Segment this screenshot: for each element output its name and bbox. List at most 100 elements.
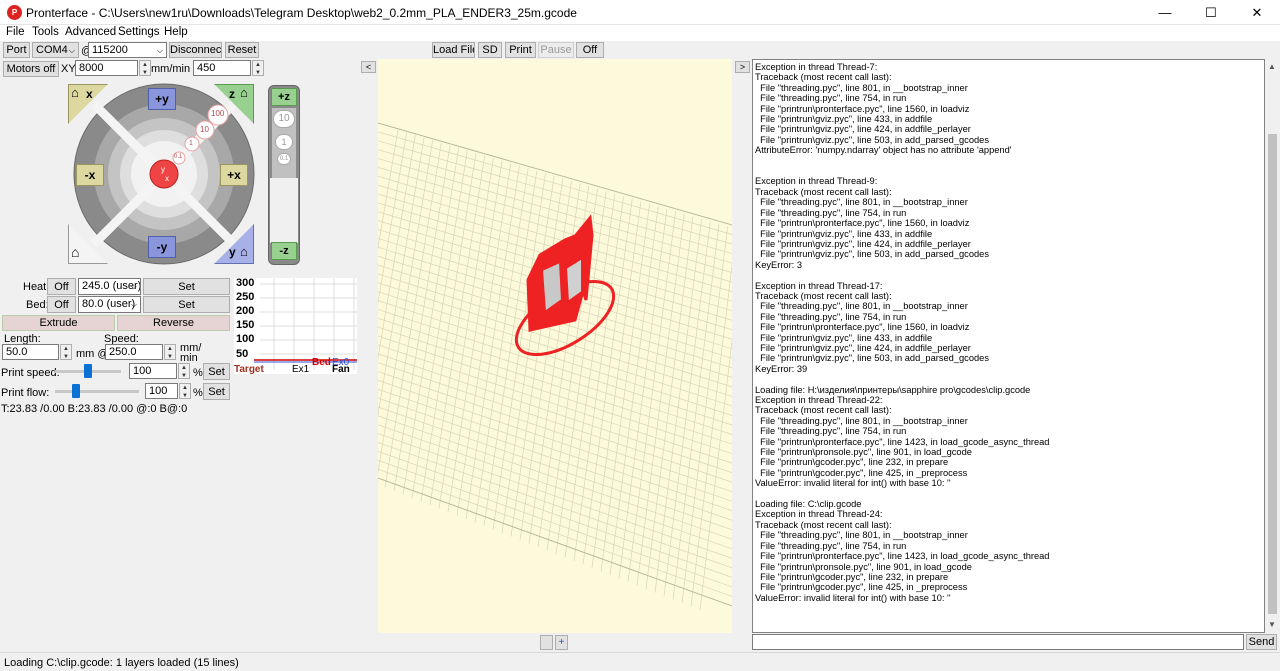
bed-select[interactable]: 80.0 (user) ⌵	[78, 296, 141, 313]
heat-off-button[interactable]: Off	[47, 278, 76, 295]
motors-off-button[interactable]: Motors off	[3, 61, 59, 77]
menu-advanced[interactable]: Advanced	[65, 26, 116, 38]
bed-set-button[interactable]: Set	[143, 296, 230, 313]
console-line: File "printrun\gcoder.pyc", line 425, in…	[755, 467, 968, 478]
sd-button[interactable]: SD	[478, 42, 502, 58]
print-flow-set-button[interactable]: Set	[203, 383, 230, 400]
print-button[interactable]: Print	[505, 42, 536, 58]
speed-spinner[interactable]: ▲ ▼	[164, 344, 176, 360]
baud-select[interactable]: 115200 ⌵	[88, 42, 167, 58]
home-icon: ⌂	[71, 85, 79, 100]
console-line: File "printrun\gviz.pyc", line 433, in a…	[755, 228, 933, 239]
scrollbar-thumb[interactable]	[1268, 134, 1277, 614]
reverse-button[interactable]: Reverse	[117, 315, 230, 331]
heat-set-button[interactable]: Set	[143, 278, 230, 295]
command-input[interactable]	[752, 634, 1244, 650]
print-speed-spinner[interactable]: ▲ ▼	[178, 363, 190, 379]
bed-off-button[interactable]: Off	[47, 296, 76, 313]
port-select[interactable]: COM4 ⌵	[32, 42, 79, 58]
console-line: File "threading.pyc", line 801, in __boo…	[755, 82, 968, 93]
z-feed-spinner[interactable]: ▲ ▼	[252, 60, 264, 76]
title-bar: P Pronterface - C:\Users\new1ru\Download…	[0, 0, 1280, 25]
off-button[interactable]: Off	[576, 42, 604, 58]
graph-label-ex1: Ex1	[292, 364, 310, 375]
3d-viewport[interactable]	[378, 59, 732, 633]
home-x-label: x	[86, 87, 93, 101]
print-speed-slider[interactable]	[84, 364, 92, 378]
minimize-button[interactable]: —	[1142, 0, 1188, 25]
step-100-label[interactable]: 100	[211, 109, 224, 118]
xy-feed-input[interactable]: 8000	[75, 60, 138, 76]
console-line: AttributeError: 'numpy.ndarray' object h…	[755, 145, 1012, 156]
zoom-out-button[interactable]	[540, 635, 553, 650]
baud-value: 115200	[92, 44, 128, 56]
maximize-button[interactable]: ☐	[1188, 0, 1234, 25]
z-feed-input[interactable]: 450	[193, 60, 251, 76]
disconnect-button[interactable]: Disconnect	[169, 42, 222, 58]
length-input[interactable]: 50.0	[2, 344, 59, 360]
expand-right-button[interactable]: >	[735, 61, 750, 73]
xy-feed-spinner[interactable]: ▲ ▼	[139, 60, 151, 76]
graph-ytick: 150	[236, 319, 255, 331]
speed-input[interactable]: 250.0	[105, 344, 163, 360]
plus-z-button[interactable]: +z	[271, 88, 297, 106]
z-step-1[interactable]: 1	[275, 134, 293, 150]
console-scrollbar[interactable]: ▲ ▼	[1265, 59, 1280, 633]
graph-ytick: 300	[236, 277, 255, 289]
step-1-label[interactable]: 1	[189, 140, 193, 147]
load-file-button[interactable]: Load File	[432, 42, 475, 58]
heat-label: Heat:	[23, 281, 50, 293]
collapse-left-button[interactable]: <	[361, 61, 376, 73]
minus-y-button[interactable]: -y	[148, 236, 176, 258]
graph-ytick: 100	[236, 333, 255, 345]
console-line: File "printrun\pronterface.pyc", line 15…	[755, 103, 970, 114]
app-icon: P	[7, 5, 22, 20]
minus-z-button[interactable]: -z	[271, 242, 297, 260]
chevron-down-icon: ⌵	[68, 46, 75, 55]
print-speed-input[interactable]: 100	[129, 363, 177, 379]
extrude-button[interactable]: Extrude	[2, 315, 115, 331]
menu-settings[interactable]: Settings	[118, 26, 160, 38]
print-flow-slider[interactable]	[72, 384, 80, 398]
console-line: File "threading.pyc", line 801, in __boo…	[755, 197, 968, 208]
home-icon: ⌂	[240, 244, 248, 259]
console-line: ValueError: invalid literal for int() wi…	[755, 478, 951, 489]
menu-help[interactable]: Help	[164, 26, 188, 38]
z-step-10[interactable]: 10	[273, 110, 295, 128]
menu-tools[interactable]: Tools	[32, 26, 59, 38]
scroll-up-icon[interactable]: ▲	[1268, 62, 1276, 71]
length-spinner[interactable]: ▲ ▼	[60, 344, 72, 360]
home-z-label: z	[229, 87, 235, 101]
console-line: Exception in thread Thread-22:	[755, 395, 883, 405]
step-01-label[interactable]: 0.1	[174, 154, 182, 160]
plus-x-button[interactable]: +x	[220, 164, 248, 186]
print-speed-label: Print speed:	[1, 367, 60, 379]
console-line: Exception in thread Thread-7:	[755, 62, 878, 72]
console-line: Loading file: C:\clip.gcode	[755, 499, 862, 510]
scroll-down-icon[interactable]: ▼	[1268, 620, 1276, 629]
console-line: File "printrun\pronterface.pyc", line 14…	[755, 436, 1050, 447]
print-flow-spinner[interactable]: ▲ ▼	[179, 383, 191, 399]
plus-y-button[interactable]: +y	[148, 88, 176, 110]
print-speed-set-button[interactable]: Set	[203, 363, 230, 380]
port-button[interactable]: Port	[3, 42, 30, 58]
zoom-in-button[interactable]: +	[555, 635, 568, 650]
print-flow-input[interactable]: 100	[145, 383, 178, 399]
menu-file[interactable]: File	[6, 26, 25, 38]
reset-button[interactable]: Reset	[225, 42, 259, 58]
z-step-01[interactable]: 0.1	[277, 153, 291, 165]
console-line: File "printrun\gviz.pyc", line 503, in a…	[755, 249, 989, 260]
heat-select[interactable]: 245.0 (user) ⌵	[78, 278, 141, 295]
percent-label: %	[193, 387, 203, 399]
close-button[interactable]: ✕	[1234, 0, 1280, 25]
send-button[interactable]: Send	[1246, 634, 1277, 650]
console-log[interactable]: Exception in thread Thread-7: Traceback (…	[752, 59, 1265, 633]
step-10-label[interactable]: 10	[200, 125, 209, 134]
minus-x-button[interactable]: -x	[76, 164, 104, 186]
console-line: File "printrun\gviz.pyc", line 503, in a…	[755, 134, 989, 145]
console-text: Exception in thread Thread-7: Traceback (…	[755, 62, 1049, 603]
pause-button[interactable]: Pause	[538, 42, 574, 58]
console-line: File "printrun\gviz.pyc", line 433, in a…	[755, 114, 933, 125]
